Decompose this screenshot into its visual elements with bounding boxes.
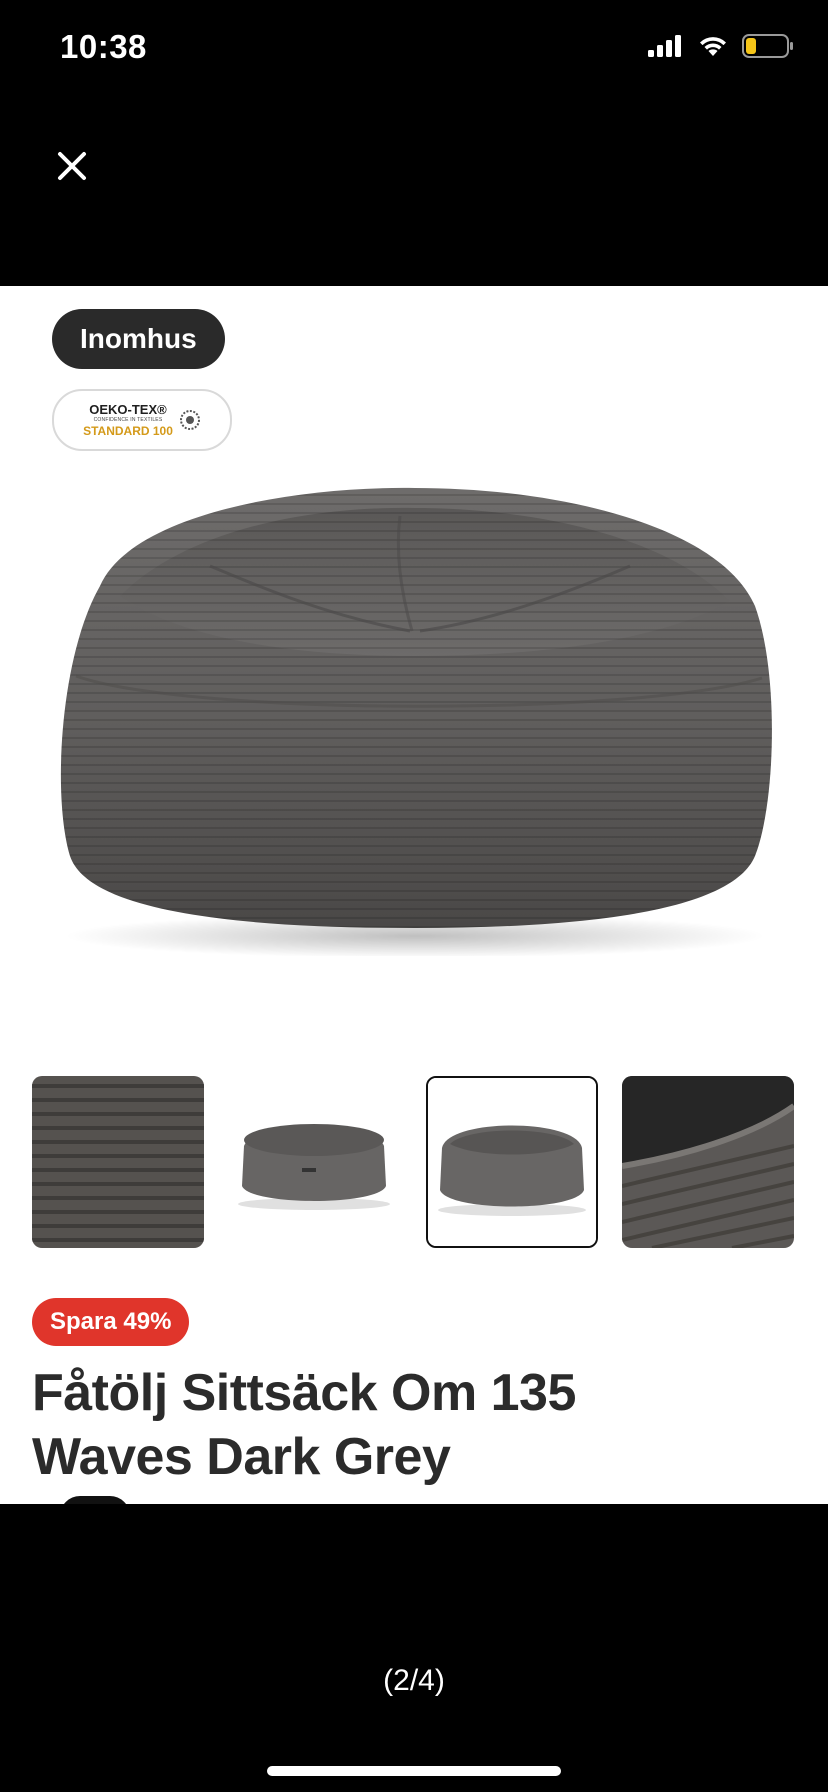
status-bar: 10:38: [0, 0, 828, 100]
signal-icon: [648, 35, 681, 57]
bean-bag-side-image: [228, 1076, 400, 1248]
page-indicator: (2/4): [383, 1664, 445, 1697]
category-tag: Inomhus: [52, 309, 225, 369]
certification-name: OEKO-TEX®: [89, 402, 167, 417]
product-main-image[interactable]: [40, 416, 788, 956]
wifi-icon: [700, 37, 726, 56]
thumbnail-bean-bag-side[interactable]: [228, 1076, 400, 1248]
thumbnail-fabric-leather-detail[interactable]: [622, 1076, 794, 1248]
close-icon: [58, 152, 86, 180]
partial-element: [60, 1496, 130, 1504]
close-button[interactable]: [48, 142, 96, 190]
product-sheet: Inomhus OEKO-TEX® CONFIDENCE IN TEXTILES…: [0, 286, 828, 1504]
status-time: 10:38: [60, 28, 147, 65]
oeko-tex-badge: OEKO-TEX® CONFIDENCE IN TEXTILES STANDAR…: [52, 389, 232, 451]
thumbnail-bean-bag-front[interactable]: [426, 1076, 598, 1248]
status-icons: [648, 34, 794, 58]
discount-badge: Spara 49%: [32, 1298, 190, 1346]
oeko-tex-seal-icon: [179, 410, 200, 430]
thumbnail-fabric-closeup[interactable]: [32, 1076, 204, 1248]
certification-tagline: CONFIDENCE IN TEXTILES: [93, 417, 163, 423]
product-title: Fåtölj Sittsäck Om 135 Waves Dark Grey: [32, 1364, 576, 1486]
home-indicator[interactable]: [267, 1766, 561, 1776]
battery-icon: [742, 34, 793, 58]
fabric-leather-detail-image: [622, 1076, 794, 1248]
certification-standard: STANDARD 100: [83, 424, 173, 438]
thumbnail-strip: [32, 1076, 796, 1248]
bean-bag-front-image: [428, 1078, 596, 1246]
fabric-closeup-image: [32, 1076, 204, 1248]
